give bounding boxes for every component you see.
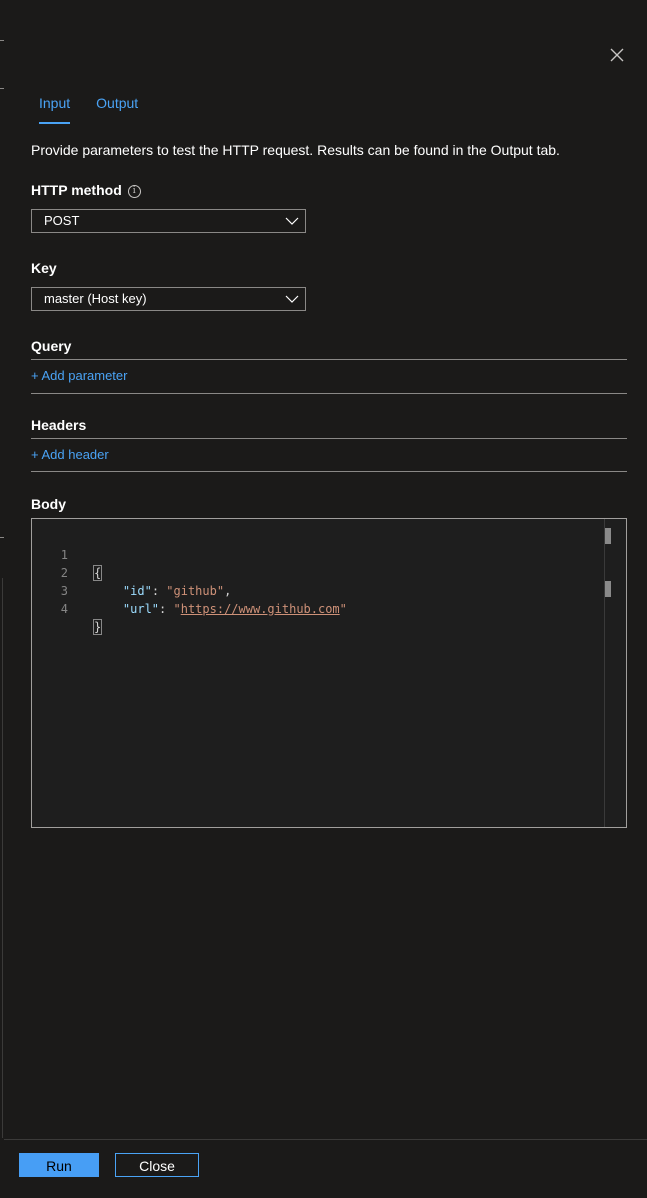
edge-tick bbox=[0, 40, 4, 41]
code-text: } bbox=[92, 619, 103, 635]
key-select[interactable]: master (Host key) bbox=[31, 287, 306, 311]
key-value: master (Host key) bbox=[44, 291, 147, 306]
description-text: Provide parameters to test the HTTP requ… bbox=[31, 142, 560, 158]
close-icon[interactable] bbox=[606, 44, 628, 66]
http-method-value: POST bbox=[44, 213, 80, 228]
code-text: { bbox=[92, 565, 103, 581]
query-label: Query bbox=[31, 338, 72, 354]
key-label: Key bbox=[31, 260, 57, 276]
url-link[interactable]: https://www.github.com bbox=[181, 602, 340, 616]
tab-input[interactable]: Input bbox=[31, 92, 78, 124]
divider bbox=[31, 438, 627, 439]
body-label: Body bbox=[31, 496, 66, 512]
http-method-label: HTTP method bbox=[31, 182, 122, 198]
divider bbox=[31, 471, 627, 472]
edge-tick bbox=[0, 537, 4, 538]
line-number: 4 bbox=[60, 602, 68, 616]
edge-tick bbox=[0, 88, 4, 89]
close-button[interactable]: Close bbox=[115, 1153, 199, 1177]
body-editor[interactable]: 1 { 2 "id": "github", 3 "url": "https://… bbox=[31, 518, 627, 828]
http-method-label-row: HTTP method i bbox=[31, 182, 141, 198]
code-line: 3 "url": "https://www.github.com" bbox=[32, 564, 347, 616]
headers-label: Headers bbox=[31, 417, 87, 433]
chevron-down-icon bbox=[285, 295, 299, 303]
add-header-link[interactable]: + Add header bbox=[31, 447, 109, 462]
info-icon[interactable]: i bbox=[127, 185, 141, 198]
test-run-panel: Input Output Provide parameters to test … bbox=[0, 0, 647, 1198]
scrollbar-marker bbox=[605, 528, 611, 544]
edge-line bbox=[2, 578, 3, 1138]
left-edge bbox=[0, 0, 4, 1198]
http-method-select[interactable]: POST bbox=[31, 209, 306, 233]
code-line: 2 "id": "github", bbox=[32, 546, 232, 598]
code-line: 4 } bbox=[32, 582, 103, 635]
divider bbox=[31, 359, 627, 360]
code-line: 1 { bbox=[32, 528, 103, 581]
add-parameter-link[interactable]: + Add parameter bbox=[31, 368, 127, 383]
code-text: "id": "github", bbox=[122, 584, 232, 598]
editor-scrollbar[interactable] bbox=[604, 519, 605, 827]
run-button[interactable]: Run bbox=[19, 1153, 99, 1177]
code-text: "url": "https://www.github.com" bbox=[122, 602, 347, 616]
footer-divider bbox=[4, 1139, 647, 1140]
divider bbox=[31, 393, 627, 394]
scrollbar-marker bbox=[605, 581, 611, 597]
tab-output[interactable]: Output bbox=[88, 92, 146, 124]
tab-list: Input Output bbox=[31, 92, 156, 124]
chevron-down-icon bbox=[285, 217, 299, 225]
